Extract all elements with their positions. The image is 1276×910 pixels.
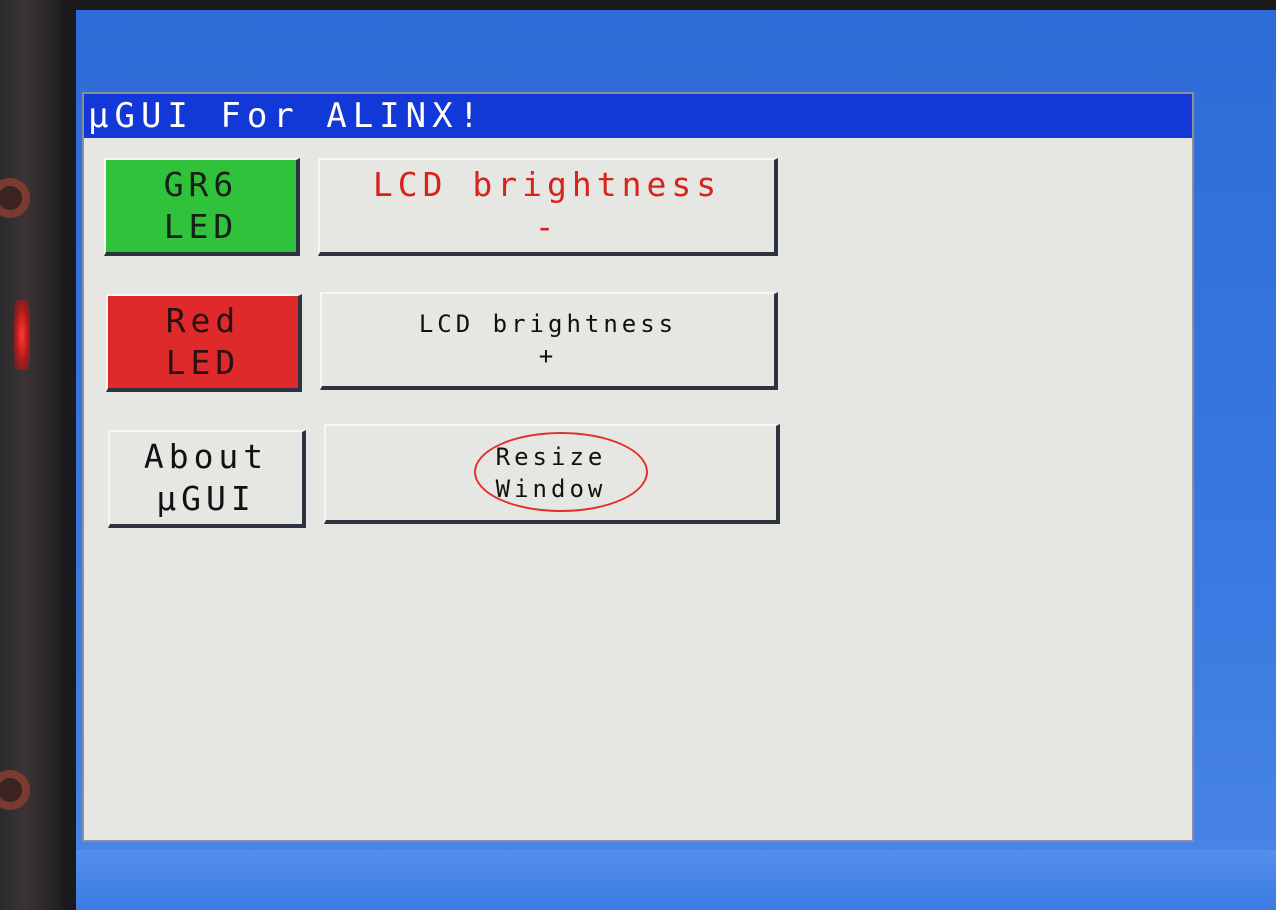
red-led-button[interactable]: Red LED xyxy=(106,294,302,392)
resize-label-line2: Window xyxy=(495,475,607,503)
screen-bottom-border xyxy=(76,850,1276,910)
lcd-plus-label-line1: LCD brightness xyxy=(418,310,678,338)
green-led-label-line2: LED xyxy=(163,207,239,246)
pcb-board-edge xyxy=(0,0,62,910)
lcd-minus-label-line2: - xyxy=(534,207,560,246)
window-title-bar[interactable]: µGUI For ALINX! xyxy=(84,94,1192,138)
resize-window-button[interactable]: Resize Window xyxy=(324,424,780,524)
lcd-brightness-minus-button[interactable]: LCD brightness - xyxy=(318,158,778,256)
mounting-hole-top xyxy=(0,178,30,218)
about-ugui-button[interactable]: About µGUI xyxy=(108,430,306,528)
green-led-label-line1: GR6 xyxy=(163,165,239,204)
lcd-minus-label-line1: LCD brightness xyxy=(372,165,722,204)
green-led-button[interactable]: GR6 LED xyxy=(104,158,300,256)
power-led-glow xyxy=(14,300,30,370)
lcd-plus-label-line2: + xyxy=(538,342,558,370)
about-label-line1: About xyxy=(143,437,269,476)
about-label-line2: µGUI xyxy=(156,479,256,518)
red-led-label-line2: LED xyxy=(165,343,241,382)
ugui-window: µGUI For ALINX! GR6 LED LCD brightness -… xyxy=(82,92,1194,842)
resize-label-line1: Resize xyxy=(495,443,607,471)
lcd-screen: µGUI For ALINX! GR6 LED LCD brightness -… xyxy=(76,10,1276,910)
window-title: µGUI For ALINX! xyxy=(88,96,486,136)
mounting-hole-bottom xyxy=(0,770,30,810)
lcd-brightness-plus-button[interactable]: LCD brightness + xyxy=(320,292,778,390)
red-led-label-line1: Red xyxy=(165,301,241,340)
